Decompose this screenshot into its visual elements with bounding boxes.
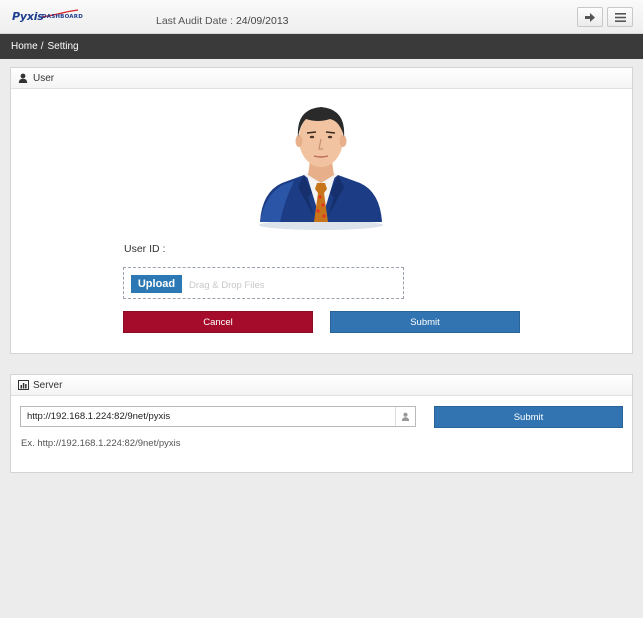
breadcrumb-home[interactable]: Home [11, 41, 38, 52]
url-example-text: Ex. http://192.168.1.224:82/9net/pyxis [21, 438, 181, 449]
user-panel: User User ID : Upload Drag & Drop Files … [10, 67, 633, 354]
pyxis-logo: Pyxis DASHBOARD [12, 9, 84, 25]
server-panel: Server Submit Ex. http://192.168.1.224:8… [10, 374, 633, 473]
audit-label: Last Audit Date : [156, 15, 236, 27]
server-panel-header: Server [11, 375, 632, 396]
upload-button[interactable]: Upload [131, 275, 182, 293]
logout-button[interactable] [577, 7, 603, 27]
drag-drop-text: Drag & Drop Files [189, 280, 265, 291]
user-submit-button[interactable]: Submit [330, 311, 520, 333]
menu-button[interactable] [607, 7, 633, 27]
logo-subtext: DASHBOARD [42, 14, 83, 20]
audit-date: 24/09/2013 [235, 15, 289, 27]
server-submit-button[interactable]: Submit [434, 406, 623, 428]
server-url-input[interactable] [20, 406, 416, 427]
bar-chart-icon [17, 379, 29, 391]
breadcrumb-current: Setting [47, 41, 79, 52]
input-user-icon [395, 407, 415, 426]
user-avatar [259, 107, 383, 230]
file-dropzone[interactable]: Upload Drag & Drop Files [123, 267, 404, 299]
user-panel-title: User [33, 72, 55, 84]
server-panel-title: Server [33, 379, 63, 391]
menu-icon [614, 12, 626, 22]
last-audit-date: Last Audit Date : 24/09/2013 [156, 15, 289, 27]
cancel-button[interactable]: Cancel [123, 311, 313, 333]
breadcrumb-separator: / [40, 41, 44, 52]
user-panel-header: User [11, 68, 632, 89]
top-header: Pyxis DASHBOARD Last Audit Date : 24/09/… [0, 0, 643, 34]
logo-text: Pyxis [12, 10, 44, 23]
user-icon [17, 72, 29, 84]
breadcrumb: Home / Setting [0, 34, 643, 59]
user-id-label: User ID : [124, 243, 166, 255]
logout-icon [584, 12, 595, 22]
